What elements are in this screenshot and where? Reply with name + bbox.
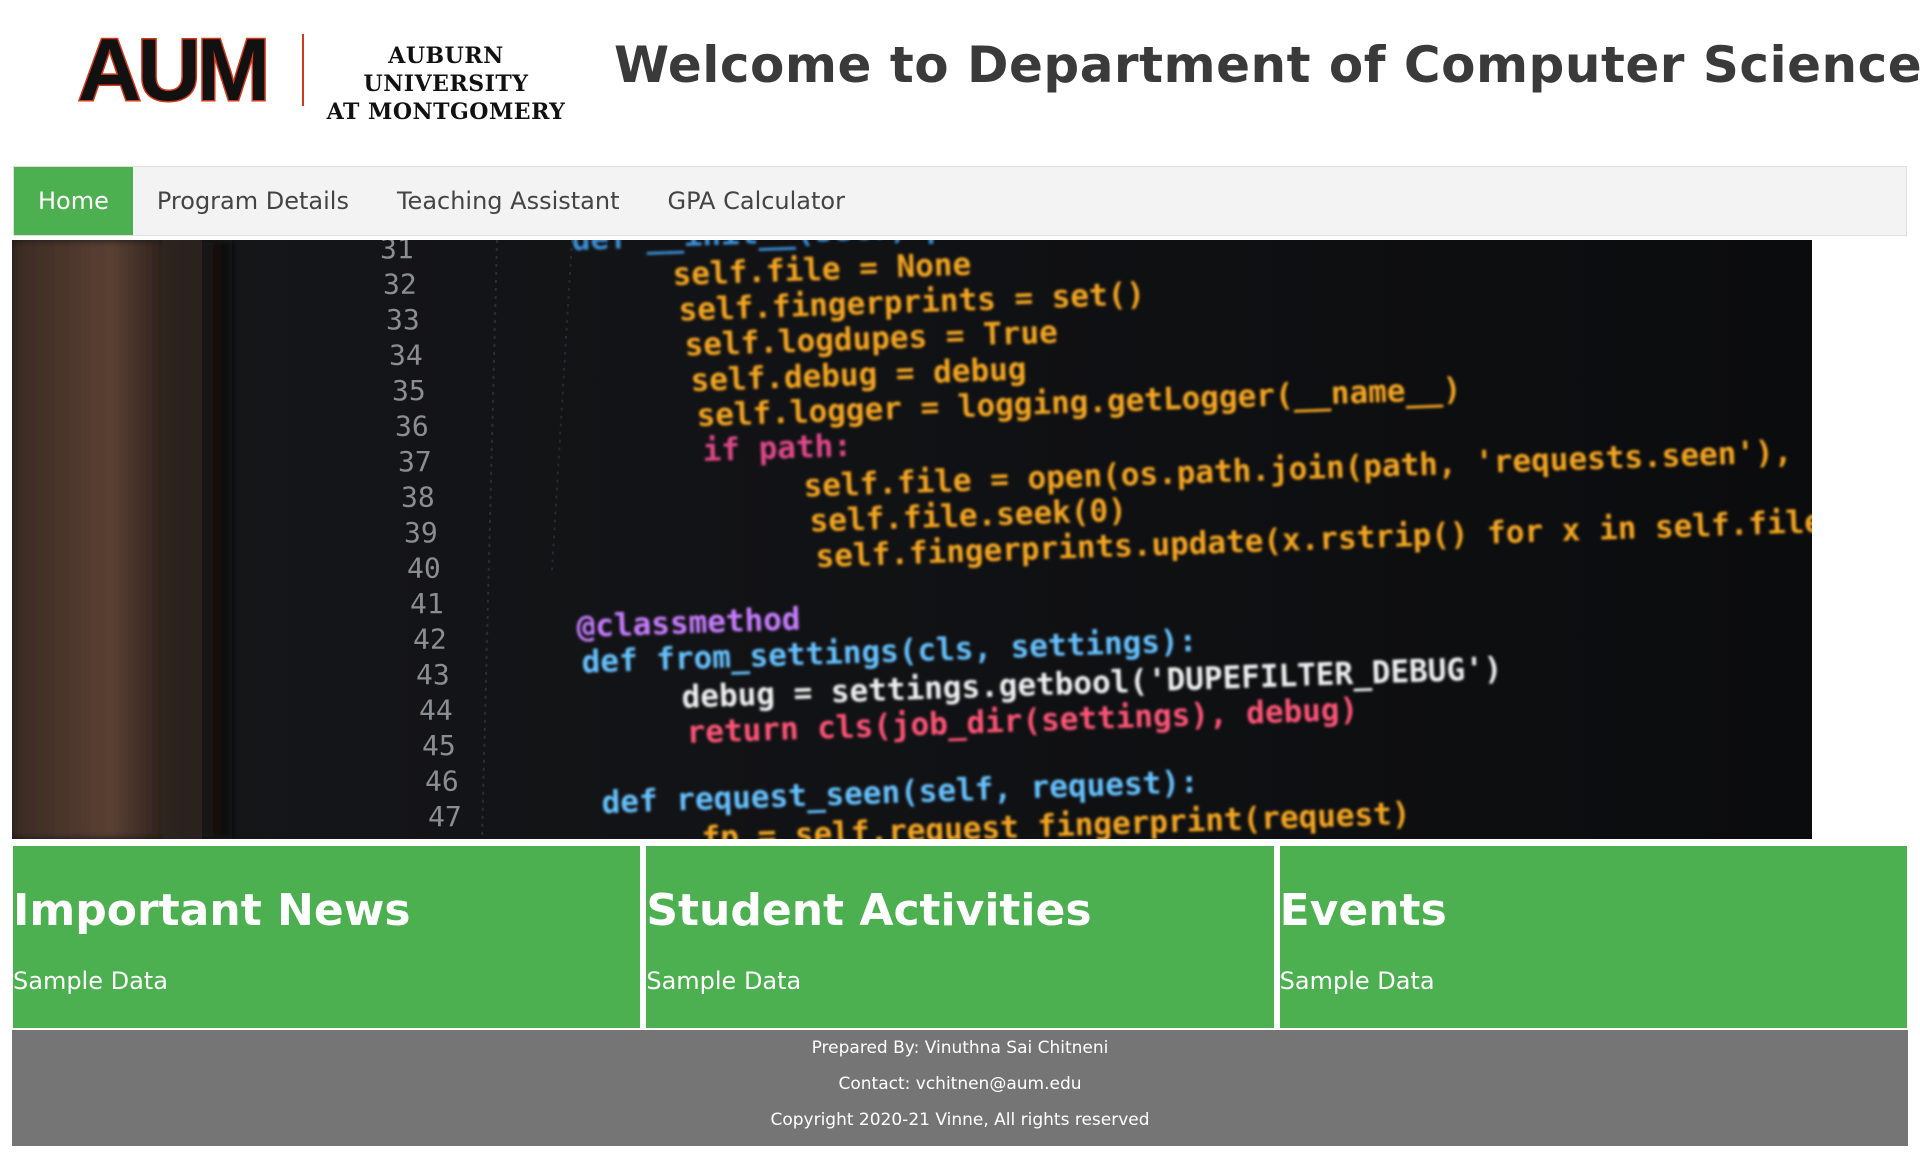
logo-university-name: AUBURN UNIVERSITY AT MONTGOMERY xyxy=(316,42,576,126)
code-line-number: 31 xyxy=(380,240,414,265)
nav-item-teaching-assistant[interactable]: Teaching Assistant xyxy=(373,167,644,235)
hero-code-illustration: 3132333435363738394041424344454647 def _… xyxy=(12,240,1812,839)
nav-item-gpa-calculator[interactable]: GPA Calculator xyxy=(644,167,869,235)
nav-item-program-details[interactable]: Program Details xyxy=(133,167,373,235)
card-student-activities: Student Activities Sample Data xyxy=(644,844,1276,1030)
code-line-number: 45 xyxy=(422,729,456,762)
code-line-number: 35 xyxy=(392,374,426,407)
card-body: Sample Data xyxy=(1279,967,1435,995)
site-footer: Prepared By: Vinuthna Sai Chitneni Conta… xyxy=(12,1030,1908,1146)
card-body: Sample Data xyxy=(13,967,168,995)
card-title: Events xyxy=(1279,885,1447,936)
card-title: Student Activities xyxy=(646,885,1092,936)
aum-logo[interactable]: AUM AUBURN UNIVERSITY AT MONTGOMERY xyxy=(52,24,572,125)
code-line-number: 40 xyxy=(407,552,441,585)
site-header: AUM AUBURN UNIVERSITY AT MONTGOMERY Welc… xyxy=(0,0,1920,166)
card-body: Sample Data xyxy=(646,967,802,995)
code-line-number: 34 xyxy=(389,339,423,372)
code-line-number: 47 xyxy=(428,800,462,833)
main-nav: Home Program Details Teaching Assistant … xyxy=(13,166,1907,236)
code-line: if path: xyxy=(702,428,852,469)
code-line-number: 39 xyxy=(404,516,438,549)
code-line-number: 44 xyxy=(419,694,453,727)
aum-logo-mark: AUM xyxy=(76,24,271,116)
code-line-number: 46 xyxy=(425,765,459,798)
logo-divider xyxy=(302,34,304,106)
nav-item-home[interactable]: Home xyxy=(14,167,133,235)
footer-copyright: Copyright 2020-21 Vinne, All rights rese… xyxy=(770,1110,1150,1130)
logo-line-2: AT MONTGOMERY xyxy=(326,99,566,125)
code-line-number: 41 xyxy=(410,587,444,620)
code-line-number: 32 xyxy=(383,268,417,301)
svg-text:AUM: AUM xyxy=(78,24,266,116)
code-line-number: 36 xyxy=(395,410,429,443)
info-cards: Important News Sample Data Student Activ… xyxy=(10,844,1909,1030)
card-important-news: Important News Sample Data xyxy=(10,844,643,1030)
code-line-number: 38 xyxy=(401,481,435,514)
card-events: Events Sample Data xyxy=(1277,844,1909,1030)
code-line-number: 37 xyxy=(398,445,432,478)
footer-prepared-by: Prepared By: Vinuthna Sai Chitneni xyxy=(811,1038,1109,1058)
page-title: Welcome to Department of Computer Scienc… xyxy=(614,36,1920,94)
code-line-number: 43 xyxy=(416,658,450,691)
card-title: Important News xyxy=(13,885,411,936)
page: AUM AUBURN UNIVERSITY AT MONTGOMERY Welc… xyxy=(0,0,1920,1156)
logo-line-1: AUBURN UNIVERSITY xyxy=(363,43,529,97)
hero-code-image: 3132333435363738394041424344454647 def _… xyxy=(12,240,1812,839)
code-line-number: 33 xyxy=(386,303,420,336)
footer-contact: Contact: vchitnen@aum.edu xyxy=(838,1074,1082,1094)
code-line-number: 42 xyxy=(413,623,447,656)
